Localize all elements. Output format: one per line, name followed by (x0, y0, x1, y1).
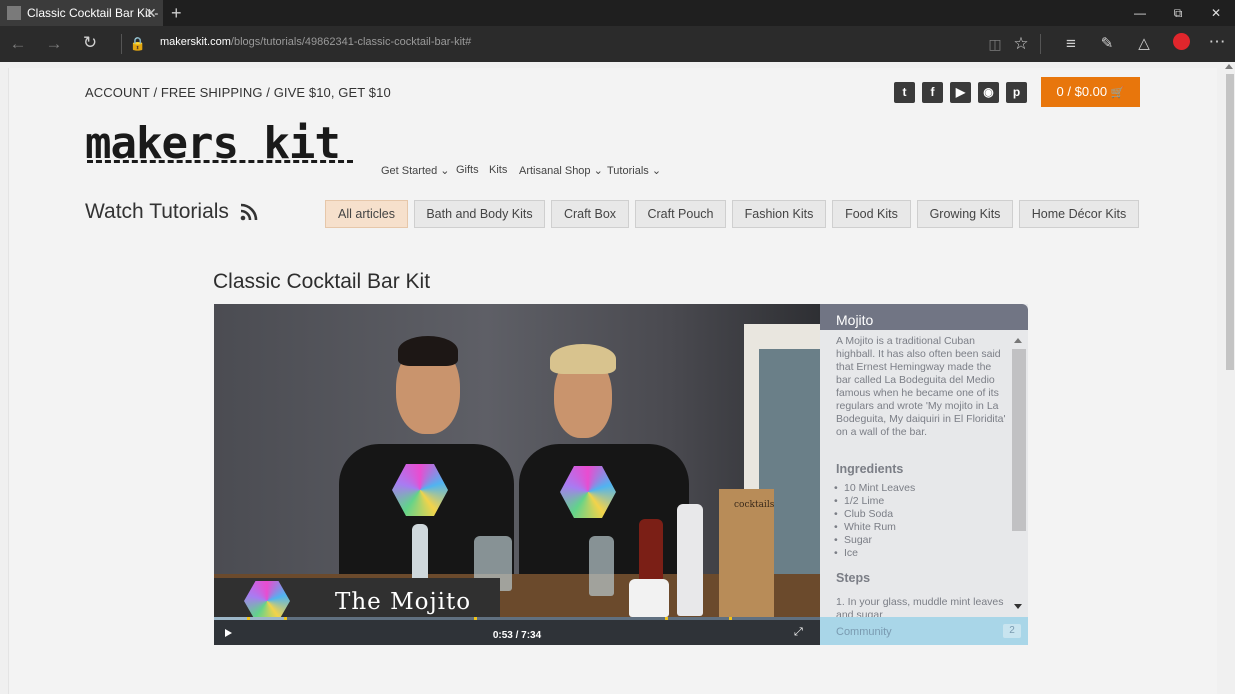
nav-get-started[interactable]: Get Started ⌄ (381, 164, 450, 177)
lock-icon: 🔒 (129, 36, 147, 51)
ingredients-heading: Ingredients (836, 462, 904, 476)
category-bath-and-body[interactable]: Bath and Body Kits (414, 200, 545, 228)
scroll-thumb[interactable] (1226, 74, 1234, 370)
category-all-articles[interactable]: All articles (325, 200, 408, 228)
category-craft-pouch[interactable]: Craft Pouch (635, 200, 726, 228)
chapter-marker[interactable] (474, 617, 477, 620)
recipe-title: Mojito (836, 312, 874, 328)
cart-icon: 🛒 (1110, 87, 1125, 99)
logo-dashed-line (87, 160, 353, 163)
category-growing-kits[interactable]: Growing Kits (917, 200, 1013, 228)
more-icon[interactable]: ⋯ (1205, 30, 1229, 54)
scroll-down-icon[interactable] (1014, 604, 1022, 609)
cart-label: 0 / $0.00 (1056, 84, 1108, 99)
account-bar[interactable]: ACCOUNT / FREE SHIPPING / GIVE $10, GET … (85, 85, 391, 100)
site-logo[interactable]: makers kit (85, 118, 355, 178)
list-item: 1/2 Lime (834, 495, 915, 508)
video-overlay-title: The Mojito (335, 589, 472, 615)
adblock-icon[interactable] (1169, 33, 1193, 57)
instagram-icon[interactable]: ◉ (978, 82, 999, 103)
nav-gifts[interactable]: Gifts (456, 164, 479, 176)
pinterest-icon[interactable]: p (1006, 82, 1027, 103)
video-player[interactable]: cocktails The Mojito 0:53 / 7:34 ⤢ (214, 304, 820, 645)
browser-titlebar: Classic Cocktail Bar Kit - ✕ + — ⧉ ✕ (0, 0, 1235, 26)
watch-tutorials-title: Watch Tutorials (85, 200, 229, 223)
back-icon[interactable]: ← (6, 32, 30, 56)
web-note-icon[interactable]: ✎ (1095, 32, 1119, 56)
url-host: makerskit.com (160, 36, 231, 48)
recipe-description: A Mojito is a traditional Cuban highball… (836, 335, 1006, 438)
chapter-marker[interactable] (284, 617, 287, 620)
list-item: Club Soda (834, 508, 915, 521)
steps-heading: Steps (836, 571, 871, 585)
refresh-icon[interactable]: ↻ (78, 31, 102, 55)
separator (121, 34, 122, 54)
panel-scroll-thumb[interactable] (1012, 349, 1026, 531)
video-host-right-hair (550, 344, 616, 374)
community-count-badge: 2 (1003, 624, 1021, 638)
hub-icon[interactable]: ≡ (1059, 32, 1083, 56)
recipe-panel: Mojito A Mojito is a traditional Cuban h… (820, 304, 1028, 645)
ingredients-list: 10 Mint Leaves 1/2 Lime Club Soda White … (834, 482, 915, 560)
category-craft-box[interactable]: Craft Box (551, 200, 629, 228)
chapter-marker[interactable] (729, 617, 732, 620)
new-tab-icon[interactable]: + (171, 0, 182, 26)
fullscreen-icon[interactable]: ⤢ (794, 626, 803, 639)
community-label: Community (836, 626, 892, 638)
list-item: 10 Mint Leaves (834, 482, 915, 495)
list-item: White Rum (834, 521, 915, 534)
video-host-left-hair (398, 336, 458, 366)
rum-bottle (677, 504, 703, 616)
chapter-marker[interactable] (665, 617, 668, 620)
video-time: 0:53 / 7:34 (492, 630, 542, 641)
minimize-icon[interactable]: — (1121, 0, 1159, 26)
scroll-up-icon[interactable] (1225, 64, 1233, 69)
youtube-icon[interactable]: ▶ (950, 82, 971, 103)
browser-tab[interactable]: Classic Cocktail Bar Kit - ✕ (0, 0, 163, 26)
nav-kits[interactable]: Kits (489, 164, 507, 176)
glass (589, 536, 614, 596)
nav-tutorials[interactable]: Tutorials ⌄ (607, 164, 661, 177)
close-window-icon[interactable]: ✕ (1197, 0, 1235, 26)
restore-icon[interactable]: ⧉ (1159, 0, 1197, 26)
tab-title: Classic Cocktail Bar Kit - (27, 6, 159, 20)
browser-navbar: ← → ↻ 🔒 makerskit.com/blogs/tutorials/49… (0, 26, 1235, 62)
page-favicon-icon (7, 6, 21, 20)
community-tab[interactable]: Community 2 (820, 617, 1028, 645)
forward-icon[interactable]: → (42, 32, 66, 56)
scroll-up-icon[interactable] (1014, 338, 1022, 343)
close-tab-icon[interactable]: ✕ (145, 0, 157, 26)
twitter-icon[interactable]: t (894, 82, 915, 103)
separator (1040, 34, 1041, 54)
sugar-jar (629, 579, 669, 617)
nav-artisanal-shop[interactable]: Artisanal Shop ⌄ (519, 164, 603, 177)
favorite-star-icon[interactable]: ☆ (1009, 32, 1033, 56)
cart-button[interactable]: 0 / $0.00 🛒 (1041, 77, 1140, 107)
category-food-kits[interactable]: Food Kits (832, 200, 911, 228)
address-bar[interactable]: makerskit.com/blogs/tutorials/49862341-c… (160, 36, 471, 48)
rss-icon[interactable] (240, 203, 258, 221)
category-fashion-kits[interactable]: Fashion Kits (732, 200, 826, 228)
facebook-icon[interactable]: f (922, 82, 943, 103)
kit-box-label: cocktails (734, 500, 775, 510)
category-home-decor-kits[interactable]: Home Décor Kits (1019, 200, 1139, 228)
list-item: Sugar (834, 534, 915, 547)
reading-view-icon[interactable]: ◫ (983, 32, 1007, 56)
url-path: /blogs/tutorials/49862341-classic-cockta… (230, 36, 472, 48)
share-icon[interactable]: △ (1132, 32, 1156, 56)
article-title: Classic Cocktail Bar Kit (213, 270, 431, 293)
chapter-marker[interactable] (247, 617, 250, 620)
list-item: Ice (834, 547, 915, 560)
steps-list: 1. In your glass, muddle mint leaves and… (836, 596, 1004, 618)
